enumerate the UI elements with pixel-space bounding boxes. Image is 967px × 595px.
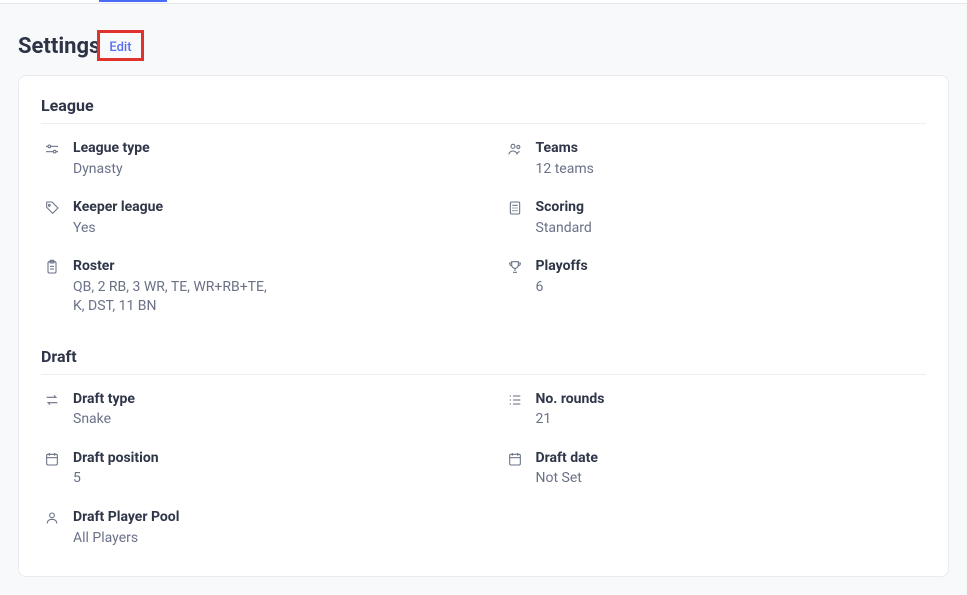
field-league-type: League type Dynasty xyxy=(41,140,464,179)
active-tab-indicator xyxy=(99,0,167,2)
field-playoffs: Playoffs 6 xyxy=(504,258,927,317)
league-section-title: League xyxy=(41,96,926,115)
edit-button[interactable]: Edit xyxy=(109,40,131,55)
field-label: Teams xyxy=(536,140,927,158)
field-label: Keeper league xyxy=(73,199,464,217)
field-draft-date: Draft date Not Set xyxy=(504,450,927,489)
field-teams: Teams 12 teams xyxy=(504,140,927,179)
field-value: 5 xyxy=(73,469,273,489)
field-value: QB, 2 RB, 3 WR, TE, WR+RB+TE, K, DST, 11… xyxy=(73,278,273,317)
draft-section: Draft Draft type Snake xyxy=(41,347,926,548)
field-label: League type xyxy=(73,140,464,158)
swap-icon xyxy=(41,392,63,408)
field-value: Not Set xyxy=(536,469,736,489)
field-keeper: Keeper league Yes xyxy=(41,199,464,238)
users-icon xyxy=(504,141,526,157)
field-label: Draft position xyxy=(73,450,464,468)
divider xyxy=(41,374,926,375)
field-no-rounds: No. rounds 21 xyxy=(504,391,927,430)
field-value: Standard xyxy=(536,219,736,239)
field-label: Draft Player Pool xyxy=(73,509,464,527)
field-value: Dynasty xyxy=(73,160,273,180)
field-label: Draft type xyxy=(73,391,464,409)
field-scoring: Scoring Standard xyxy=(504,199,927,238)
divider xyxy=(41,123,926,124)
field-value: 6 xyxy=(536,278,736,298)
edit-button-highlight: Edit xyxy=(97,30,143,61)
calendar-icon xyxy=(41,451,63,467)
field-value: Snake xyxy=(73,410,273,430)
field-value: 12 teams xyxy=(536,160,736,180)
page-title: Settings xyxy=(18,34,100,59)
calendar-icon xyxy=(504,451,526,467)
field-value: 21 xyxy=(536,410,736,430)
page-header: Settings Edit xyxy=(18,32,949,61)
league-grid: League type Dynasty Teams 12 teams xyxy=(41,140,926,317)
field-draft-type: Draft type Snake xyxy=(41,391,464,430)
tag-icon xyxy=(41,200,63,216)
field-label: No. rounds xyxy=(536,391,927,409)
user-icon xyxy=(41,510,63,526)
field-value: All Players xyxy=(73,529,273,549)
settings-page: Settings Edit League League type Dynasty xyxy=(0,4,967,595)
field-draft-position: Draft position 5 xyxy=(41,450,464,489)
clipboard-icon xyxy=(41,259,63,275)
field-value: Yes xyxy=(73,219,273,239)
league-section: League League type Dynasty xyxy=(41,96,926,317)
top-tab-bar xyxy=(0,0,967,4)
trophy-icon xyxy=(504,259,526,275)
draft-grid: Draft type Snake No. rounds 21 xyxy=(41,391,926,548)
field-label: Scoring xyxy=(536,199,927,217)
field-label: Playoffs xyxy=(536,258,927,276)
field-label: Roster xyxy=(73,258,464,276)
field-roster: Roster QB, 2 RB, 3 WR, TE, WR+RB+TE, K, … xyxy=(41,258,464,317)
draft-section-title: Draft xyxy=(41,347,926,366)
sliders-icon xyxy=(41,141,63,157)
field-label: Draft date xyxy=(536,450,927,468)
settings-card: League League type Dynasty xyxy=(18,75,949,577)
list-icon xyxy=(504,392,526,408)
calculator-icon xyxy=(504,200,526,216)
field-player-pool: Draft Player Pool All Players xyxy=(41,509,464,548)
